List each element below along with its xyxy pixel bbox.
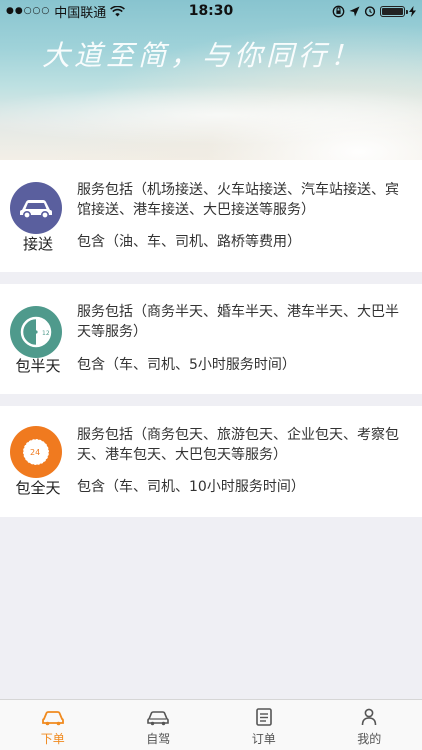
service-includes: 包含（车、司机、10小时服务时间） — [77, 479, 305, 495]
car-icon — [20, 200, 52, 219]
half-day-icon-circle: 12 — [10, 306, 62, 358]
tab-profile[interactable]: 我的 — [317, 700, 422, 750]
status-right — [332, 5, 416, 18]
svg-text:24: 24 — [30, 448, 40, 457]
service-name: 包全天 — [15, 479, 61, 497]
banner-slogan: 大道至简，与你同行！ — [42, 39, 363, 72]
service-description: 服务包括（机场接送、火车站接送、汽车站接送、宾馆接送、港车接送、大巴接送等服务） — [77, 182, 399, 218]
service-name: 包半天 — [15, 357, 61, 375]
service-card-transfer[interactable]: 接送 服务包括（机场接送、火车站接送、汽车站接送、宾馆接送、港车接送、大巴接送等… — [0, 160, 422, 272]
location-arrow-icon — [349, 6, 360, 16]
half-day-clock-icon: 12 — [20, 316, 52, 348]
service-card-full-day[interactable]: 24 包全天 服务包括（商务包天、旅游包天、企业包天、考察包天、港车包天、大巴包… — [0, 406, 422, 517]
tab-order[interactable]: 下单 — [0, 700, 106, 750]
service-card-half-day[interactable]: 12 包半天 服务包括（商务半天、婚车半天、港车半天、大巴半天等服务） 包含（车… — [0, 284, 422, 394]
charging-icon — [409, 5, 416, 17]
status-left: ●●○○○ 中国联通 — [6, 2, 126, 21]
service-description: 服务包括（商务包天、旅游包天、企业包天、考察包天、港车包天、大巴包天等服务） — [77, 427, 399, 463]
profile-icon — [361, 708, 377, 726]
carrier-label: 中国联通 — [54, 5, 107, 21]
tab-label: 自驾 — [146, 732, 171, 746]
tab-label: 下单 — [40, 732, 65, 746]
rotation-lock-icon — [332, 5, 345, 17]
svg-text:12: 12 — [42, 330, 50, 337]
full-day-icon-circle: 24 — [10, 426, 62, 478]
tab-orders[interactable]: 订单 — [211, 700, 317, 750]
battery-icon — [380, 5, 408, 17]
signal-icon: ●●○○○ — [6, 6, 51, 16]
tab-label: 订单 — [251, 732, 276, 746]
order-car-icon — [41, 711, 64, 726]
banner-wave — [0, 85, 422, 145]
service-name: 接送 — [22, 235, 53, 253]
full-day-clock-icon: 24 — [22, 438, 50, 466]
service-description: 服务包括（商务半天、婚车半天、港车半天、大巴半天等服务） — [77, 304, 399, 340]
status-bar: ●●○○○ 中国联通 18:30 — [0, 0, 422, 22]
tab-self-drive[interactable]: 自驾 — [106, 700, 212, 750]
wifi-icon — [110, 5, 126, 16]
alarm-icon — [364, 6, 376, 17]
order-list-icon — [255, 708, 272, 726]
tab-label: 我的 — [357, 732, 382, 746]
self-drive-car-icon — [147, 711, 170, 726]
transfer-icon-circle — [10, 182, 62, 234]
tab-bar: 下单 自驾 订单 我的 — [0, 699, 422, 750]
service-includes: 包含（油、车、司机、路桥等费用） — [77, 234, 301, 250]
service-includes: 包含（车、司机、5小时服务时间） — [77, 357, 296, 373]
banner-image: 大道至简，与你同行！ — [0, 0, 422, 160]
